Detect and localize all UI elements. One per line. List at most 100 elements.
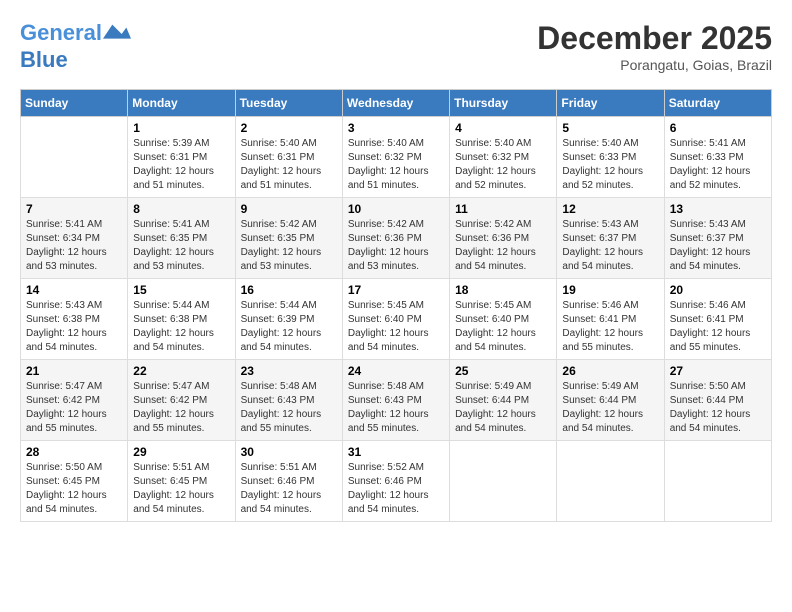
- cell-info: Sunrise: 5:48 AMSunset: 6:43 PMDaylight:…: [241, 380, 337, 436]
- calendar-cell: 5 Sunrise: 5:40 AMSunset: 6:33 PMDaylight…: [557, 117, 664, 198]
- day-number: 30: [241, 445, 337, 459]
- cell-info: Sunrise: 5:45 AMSunset: 6:40 PMDaylight:…: [348, 299, 444, 355]
- day-number: 1: [133, 121, 229, 135]
- day-number: 24: [348, 364, 444, 378]
- calendar-cell: 10 Sunrise: 5:42 AMSunset: 6:36 PMDayligh…: [342, 198, 449, 279]
- day-number: 22: [133, 364, 229, 378]
- cell-info: Sunrise: 5:49 AMSunset: 6:44 PMDaylight:…: [455, 380, 551, 436]
- calendar-week-5: 28 Sunrise: 5:50 AMSunset: 6:45 PMDayligh…: [21, 441, 772, 522]
- day-number: 21: [26, 364, 122, 378]
- calendar-cell: [557, 441, 664, 522]
- cell-info: Sunrise: 5:40 AMSunset: 6:32 PMDaylight:…: [348, 137, 444, 193]
- col-header-friday: Friday: [557, 90, 664, 117]
- calendar-cell: 31 Sunrise: 5:52 AMSunset: 6:46 PMDayligh…: [342, 441, 449, 522]
- day-number: 12: [562, 202, 658, 216]
- calendar-cell: 16Sunrise: 5:44 AMSunset: 6:39 PMDayligh…: [235, 279, 342, 360]
- location: Porangatu, Goias, Brazil: [537, 57, 772, 73]
- calendar-cell: 8Sunrise: 5:41 AMSunset: 6:35 PMDaylight…: [128, 198, 235, 279]
- cell-info: Sunrise: 5:40 AMSunset: 6:32 PMDaylight:…: [455, 137, 551, 193]
- calendar-cell: 18 Sunrise: 5:45 AMSunset: 6:40 PMDayligh…: [450, 279, 557, 360]
- calendar-cell: 22 Sunrise: 5:47 AMSunset: 6:42 PMDayligh…: [128, 360, 235, 441]
- day-number: 25: [455, 364, 551, 378]
- cell-info: Sunrise: 5:42 AMSunset: 6:36 PMDaylight:…: [455, 218, 551, 274]
- cell-info: Sunrise: 5:48 AMSunset: 6:43 PMDaylight:…: [348, 380, 444, 436]
- day-number: 27: [670, 364, 766, 378]
- calendar-cell: 4Sunrise: 5:40 AMSunset: 6:32 PMDaylight…: [450, 117, 557, 198]
- calendar-cell: 26 Sunrise: 5:49 AMSunset: 6:44 PMDayligh…: [557, 360, 664, 441]
- cell-info: Sunrise: 5:40 AMSunset: 6:33 PMDaylight:…: [562, 137, 658, 193]
- col-header-wednesday: Wednesday: [342, 90, 449, 117]
- calendar-table: SundayMondayTuesdayWednesdayThursdayFrid…: [20, 89, 772, 522]
- col-header-sunday: Sunday: [21, 90, 128, 117]
- col-header-tuesday: Tuesday: [235, 90, 342, 117]
- cell-info: Sunrise: 5:43 AMSunset: 6:38 PMDaylight:…: [26, 299, 122, 355]
- cell-info: Sunrise: 5:51 AMSunset: 6:45 PMDaylight:…: [133, 461, 229, 517]
- calendar-cell: 14 Sunrise: 5:43 AMSunset: 6:38 PMDayligh…: [21, 279, 128, 360]
- calendar-cell: [664, 441, 771, 522]
- day-number: 11: [455, 202, 551, 216]
- day-number: 15: [133, 283, 229, 297]
- day-number: 2: [241, 121, 337, 135]
- calendar-cell: [450, 441, 557, 522]
- day-number: 13: [670, 202, 766, 216]
- calendar-cell: 23 Sunrise: 5:48 AMSunset: 6:43 PMDayligh…: [235, 360, 342, 441]
- calendar-cell: 2 Sunrise: 5:40 AMSunset: 6:31 PMDaylight…: [235, 117, 342, 198]
- title-block: December 2025 Porangatu, Goias, Brazil: [537, 20, 772, 73]
- cell-info: Sunrise: 5:40 AMSunset: 6:31 PMDaylight:…: [241, 137, 337, 193]
- day-number: 3: [348, 121, 444, 135]
- calendar-cell: 30Sunrise: 5:51 AMSunset: 6:46 PMDayligh…: [235, 441, 342, 522]
- calendar-cell: 27Sunrise: 5:50 AMSunset: 6:44 PMDayligh…: [664, 360, 771, 441]
- cell-info: Sunrise: 5:44 AMSunset: 6:39 PMDaylight:…: [241, 299, 337, 355]
- calendar-cell: 9Sunrise: 5:42 AMSunset: 6:35 PMDaylight…: [235, 198, 342, 279]
- day-number: 6: [670, 121, 766, 135]
- calendar-week-4: 21 Sunrise: 5:47 AMSunset: 6:42 PMDayligh…: [21, 360, 772, 441]
- day-number: 10: [348, 202, 444, 216]
- cell-info: Sunrise: 5:41 AMSunset: 6:33 PMDaylight:…: [670, 137, 766, 193]
- day-number: 26: [562, 364, 658, 378]
- day-number: 17: [348, 283, 444, 297]
- day-number: 28: [26, 445, 122, 459]
- cell-info: Sunrise: 5:49 AMSunset: 6:44 PMDaylight:…: [562, 380, 658, 436]
- cell-info: Sunrise: 5:44 AMSunset: 6:38 PMDaylight:…: [133, 299, 229, 355]
- cell-info: Sunrise: 5:46 AMSunset: 6:41 PMDaylight:…: [670, 299, 766, 355]
- calendar-cell: 20 Sunrise: 5:46 AMSunset: 6:41 PMDayligh…: [664, 279, 771, 360]
- calendar-cell: 29Sunrise: 5:51 AMSunset: 6:45 PMDayligh…: [128, 441, 235, 522]
- day-number: 14: [26, 283, 122, 297]
- calendar-week-3: 14 Sunrise: 5:43 AMSunset: 6:38 PMDayligh…: [21, 279, 772, 360]
- month-title: December 2025: [537, 20, 772, 57]
- cell-info: Sunrise: 5:47 AMSunset: 6:42 PMDaylight:…: [133, 380, 229, 436]
- calendar-header-row: SundayMondayTuesdayWednesdayThursdayFrid…: [21, 90, 772, 117]
- calendar-week-2: 7 Sunrise: 5:41 AMSunset: 6:34 PMDaylight…: [21, 198, 772, 279]
- day-number: 5: [562, 121, 658, 135]
- day-number: 31: [348, 445, 444, 459]
- cell-info: Sunrise: 5:50 AMSunset: 6:45 PMDaylight:…: [26, 461, 122, 517]
- calendar-cell: 11 Sunrise: 5:42 AMSunset: 6:36 PMDayligh…: [450, 198, 557, 279]
- cell-info: Sunrise: 5:41 AMSunset: 6:35 PMDaylight:…: [133, 218, 229, 274]
- cell-info: Sunrise: 5:43 AMSunset: 6:37 PMDaylight:…: [562, 218, 658, 274]
- logo-text: General: [20, 20, 132, 48]
- day-number: 20: [670, 283, 766, 297]
- calendar-cell: 19Sunrise: 5:46 AMSunset: 6:41 PMDayligh…: [557, 279, 664, 360]
- calendar-cell: 12 Sunrise: 5:43 AMSunset: 6:37 PMDayligh…: [557, 198, 664, 279]
- cell-info: Sunrise: 5:47 AMSunset: 6:42 PMDaylight:…: [26, 380, 122, 436]
- cell-info: Sunrise: 5:46 AMSunset: 6:41 PMDaylight:…: [562, 299, 658, 355]
- cell-info: Sunrise: 5:45 AMSunset: 6:40 PMDaylight:…: [455, 299, 551, 355]
- calendar-cell: 13 Sunrise: 5:43 AMSunset: 6:37 PMDayligh…: [664, 198, 771, 279]
- logo: General Blue: [20, 20, 132, 72]
- day-number: 7: [26, 202, 122, 216]
- page-header: General Blue December 2025 Porangatu, Go…: [20, 20, 772, 73]
- cell-info: Sunrise: 5:43 AMSunset: 6:37 PMDaylight:…: [670, 218, 766, 274]
- calendar-cell: 28 Sunrise: 5:50 AMSunset: 6:45 PMDayligh…: [21, 441, 128, 522]
- calendar-cell: 25 Sunrise: 5:49 AMSunset: 6:44 PMDayligh…: [450, 360, 557, 441]
- day-number: 9: [241, 202, 337, 216]
- cell-info: Sunrise: 5:52 AMSunset: 6:46 PMDaylight:…: [348, 461, 444, 517]
- calendar-body: 1Sunrise: 5:39 AMSunset: 6:31 PMDaylight…: [21, 117, 772, 522]
- calendar-cell: 15 Sunrise: 5:44 AMSunset: 6:38 PMDayligh…: [128, 279, 235, 360]
- calendar-cell: 17 Sunrise: 5:45 AMSunset: 6:40 PMDayligh…: [342, 279, 449, 360]
- calendar-cell: 21 Sunrise: 5:47 AMSunset: 6:42 PMDayligh…: [21, 360, 128, 441]
- day-number: 23: [241, 364, 337, 378]
- logo-blue: Blue: [20, 48, 132, 72]
- cell-info: Sunrise: 5:41 AMSunset: 6:34 PMDaylight:…: [26, 218, 122, 274]
- day-number: 18: [455, 283, 551, 297]
- cell-info: Sunrise: 5:42 AMSunset: 6:36 PMDaylight:…: [348, 218, 444, 274]
